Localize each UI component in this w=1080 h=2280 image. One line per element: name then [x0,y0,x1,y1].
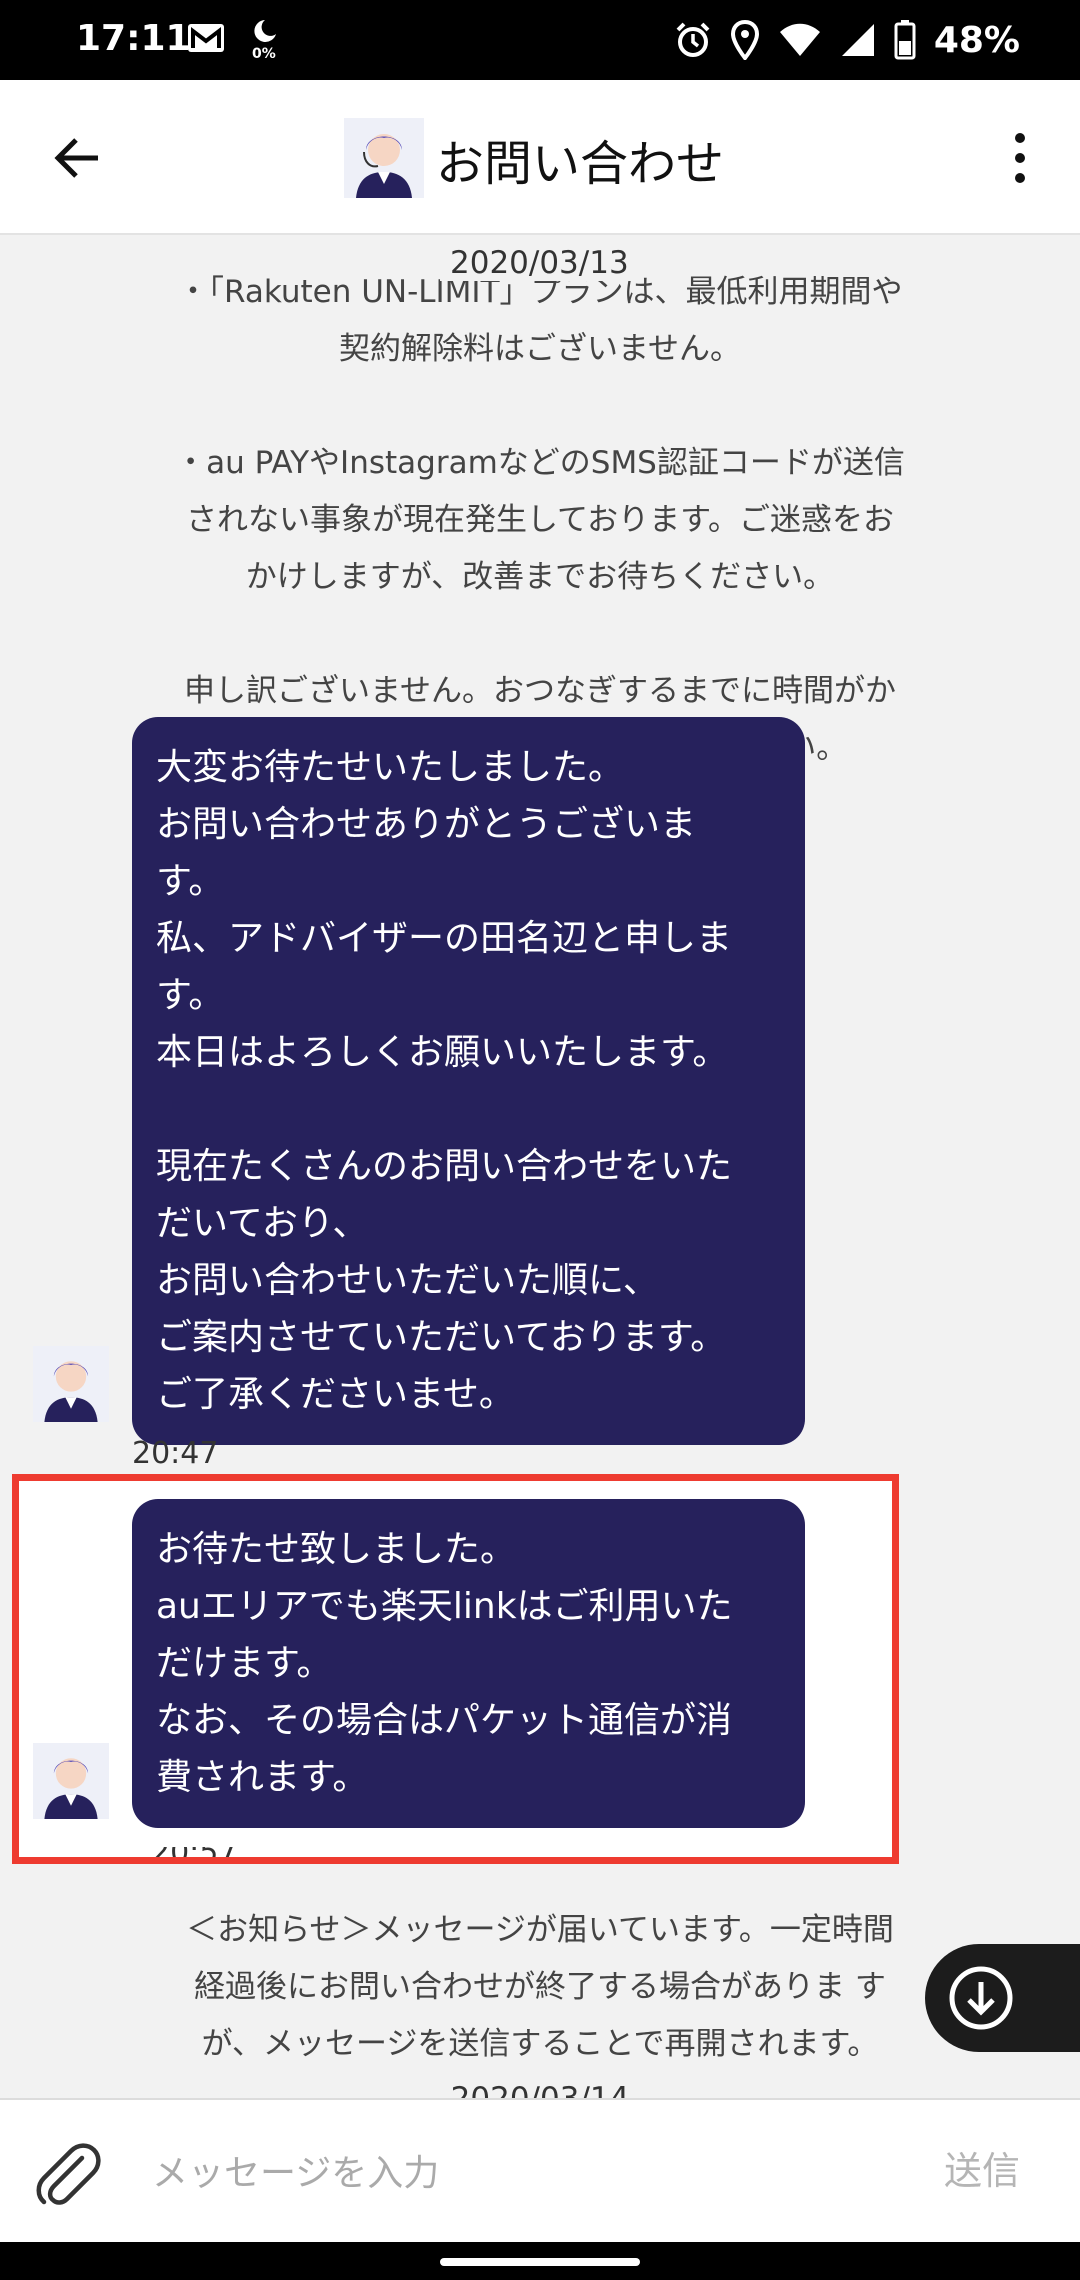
date-separator: 2020/03/14 [0,2081,1080,2098]
message-line: ご了承くださいませ。 [156,1374,515,1415]
message-line: ご案内させていただいております。 [156,1317,727,1358]
system-message: ・「Rakuten UN-LIMIT」プランは、最低利用期間や 契約解除料はござ… [150,269,930,782]
arrow-back-icon[interactable] [48,128,108,188]
notice-message: ＜お知らせ＞メッセージが届いています。一定時間 経過後にお問い合わせが終了する場… [150,1907,930,2078]
signal-icon [841,24,874,56]
annotation-highlight-box [12,1474,899,1864]
status-time: 17:11 [76,18,191,59]
agent-avatar-icon [33,1346,109,1422]
message-line: だいており、 [156,1203,369,1244]
message-line: す。 [156,861,225,902]
more-vert-icon[interactable] [1000,126,1040,190]
message-line [156,1081,781,1138]
notice-line: ＜お知らせ＞メッセージが届いています。一定時間 [186,1912,894,1948]
agent-avatar-icon [344,118,424,198]
message-line: お問い合わせいただいた順に、 [156,1260,659,1301]
page-title: お問い合わせ [436,136,725,192]
alarm-icon [676,22,710,57]
scroll-to-bottom-button[interactable] [925,1944,1080,2052]
app-bar: お問い合わせ [0,80,1080,235]
battery-icon [894,20,916,60]
agent-message-bubble: 大変お待たせいたしました。 お問い合わせありがとうございま す。 私、アドバイザ… [132,717,805,1445]
message-line: 大変お待たせいたしました。 [156,747,625,788]
paperclip-icon[interactable] [30,2138,106,2214]
data-saver-text: 0% [252,46,276,62]
message-line: 現在たくさんのお問い合わせをいた [156,1146,733,1187]
message-time: 20:47 [132,1436,219,1471]
chat-area[interactable]: ・「Rakuten UN-LIMIT」プランは、最低利用期間や 契約解除料はござ… [0,233,1080,2098]
message-line: お問い合わせありがとうございま [156,804,697,845]
gesture-handle[interactable] [440,2258,640,2266]
system-line [150,383,930,440]
message-line: 本日はよろしくお願いいたします。 [156,1032,729,1073]
message-input-bar: 送信 [0,2098,1080,2244]
status-bar: 17:11 0% 48% [0,0,1080,80]
gmail-icon [188,24,224,52]
notice-line: が、メッセージを送信することで再開されます。 [201,2026,879,2062]
date-separator: 2020/03/13 [440,245,639,281]
wifi-icon [779,23,820,56]
message-input[interactable] [150,2130,874,2216]
system-line: 契約解除料はございません。 [338,331,742,367]
system-line: かけしますが、改善までお待ちください。 [245,559,835,595]
notice-line: 経過後にお問い合わせが終了する場合がありま す [194,1969,886,2005]
system-nav-bar [0,2242,1080,2280]
send-button[interactable]: 送信 [944,2140,1020,2195]
message-line: す。 [156,975,225,1016]
arrow-down-circle-icon [949,1966,1013,2030]
system-line [150,611,930,668]
battery-percent: 48% [933,19,1020,61]
system-line: ・au PAYやInstagramなどのSMS認証コードが送信 [175,445,905,481]
location-icon [730,20,759,60]
message-line: 私、アドバイザーの田名辺と申しま [156,918,733,959]
system-line: されない事象が現在発生しております。ご迷惑をお [185,502,895,538]
